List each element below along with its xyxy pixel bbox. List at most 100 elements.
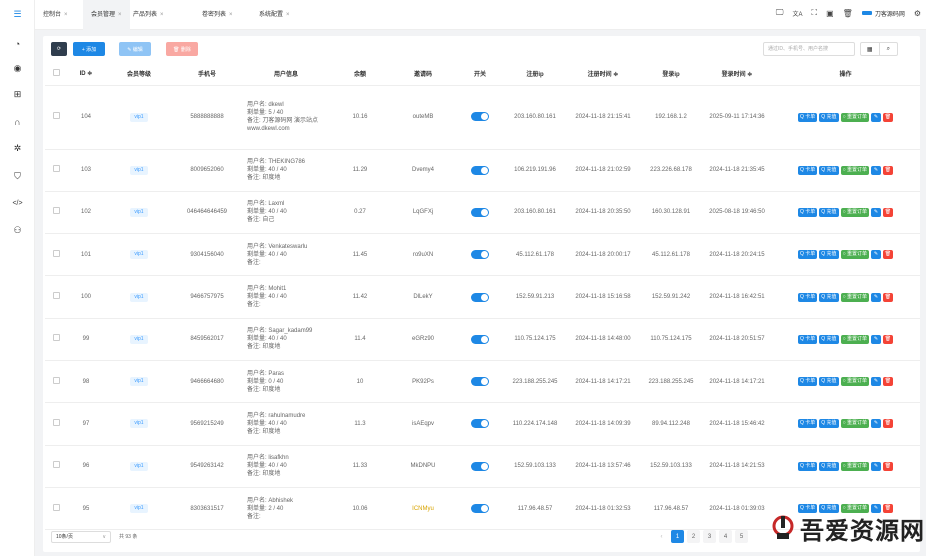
tab-cards[interactable]: 卷密列表 × bbox=[194, 0, 241, 30]
edit-row-button[interactable]: ✎ bbox=[870, 377, 881, 387]
reset-orders-button[interactable]: ○ 重置订单 bbox=[840, 292, 869, 302]
card-order-button[interactable]: Q 卡单 bbox=[798, 112, 818, 122]
edit-row-button[interactable]: ✎ bbox=[870, 165, 881, 175]
grid-icon[interactable]: ▦ bbox=[861, 43, 880, 55]
close-icon[interactable]: × bbox=[229, 12, 233, 18]
reset-orders-button[interactable]: ○ 重置订单 bbox=[840, 112, 869, 122]
row-checkbox[interactable] bbox=[45, 360, 67, 404]
close-icon[interactable]: × bbox=[118, 12, 122, 18]
recharge-button[interactable]: Q 充值 bbox=[819, 377, 839, 387]
tab-console[interactable]: 控制台 × bbox=[35, 0, 76, 30]
delete-row-button[interactable]: 🗑 bbox=[882, 334, 893, 344]
close-icon[interactable]: × bbox=[160, 12, 164, 18]
edit-row-button[interactable]: ✎ bbox=[870, 334, 881, 344]
trash-icon[interactable]: 🗑 bbox=[843, 9, 853, 18]
card-order-button[interactable]: Q 卡单 bbox=[798, 461, 818, 471]
status-toggle[interactable] bbox=[471, 292, 489, 302]
delete-row-button[interactable]: 🗑 bbox=[882, 419, 893, 429]
row-checkbox[interactable] bbox=[45, 318, 67, 361]
status-toggle[interactable] bbox=[471, 334, 489, 344]
gears-icon[interactable]: ✲ bbox=[11, 142, 24, 155]
card-order-button[interactable]: Q 卡单 bbox=[798, 165, 818, 175]
row-checkbox[interactable] bbox=[45, 191, 67, 235]
edit-row-button[interactable]: ✎ bbox=[870, 112, 881, 122]
desktop-icon[interactable]: 🖵 bbox=[776, 8, 784, 18]
page-button[interactable]: 1 bbox=[671, 530, 684, 543]
column-header[interactable]: ID ≑ bbox=[67, 63, 105, 86]
recharge-button[interactable]: Q 充值 bbox=[819, 461, 839, 471]
add-button[interactable]: + 添加 bbox=[73, 42, 105, 56]
card-order-button[interactable]: Q 卡单 bbox=[798, 377, 818, 387]
delete-row-button[interactable]: 🗑 bbox=[882, 461, 893, 471]
status-toggle[interactable] bbox=[471, 461, 489, 471]
translate-icon[interactable]: 文A bbox=[792, 9, 802, 18]
gift-icon[interactable]: ⊞ bbox=[11, 88, 24, 101]
site-name[interactable]: 刀客源码网 bbox=[861, 9, 905, 18]
row-checkbox[interactable] bbox=[45, 275, 67, 319]
delete-row-button[interactable]: 🗑 bbox=[882, 292, 893, 302]
recharge-button[interactable]: Q 充值 bbox=[819, 165, 839, 175]
row-checkbox[interactable] bbox=[45, 85, 67, 150]
search-icon[interactable]: ⌕ bbox=[880, 43, 898, 55]
edit-row-button[interactable]: ✎ bbox=[870, 292, 881, 302]
card-order-button[interactable]: Q 卡单 bbox=[798, 207, 818, 217]
status-toggle[interactable] bbox=[471, 250, 489, 260]
card-order-button[interactable]: Q 卡单 bbox=[798, 292, 818, 302]
recharge-button[interactable]: Q 充值 bbox=[819, 207, 839, 217]
page-size-select[interactable]: 10条/页 ∨ bbox=[51, 531, 111, 543]
card-order-button[interactable]: Q 卡单 bbox=[798, 334, 818, 344]
row-checkbox[interactable] bbox=[45, 233, 67, 277]
users-icon[interactable]: ⚇ bbox=[11, 224, 24, 237]
code-icon[interactable]: </> bbox=[11, 197, 24, 210]
tab-members[interactable]: 会员管理 × bbox=[83, 0, 130, 30]
fullscreen-icon[interactable]: ⛶ bbox=[811, 8, 817, 18]
headset-icon[interactable]: ∩ bbox=[11, 115, 24, 128]
edit-row-button[interactable]: ✎ bbox=[870, 419, 881, 429]
edit-button[interactable]: ✎ 编辑 bbox=[119, 42, 151, 56]
page-button[interactable]: 4 bbox=[719, 530, 732, 543]
page-button[interactable]: 2 bbox=[687, 530, 700, 543]
settings-icon[interactable]: ⚙ bbox=[914, 9, 921, 18]
user-circle-icon[interactable]: ◉ bbox=[11, 62, 24, 75]
row-checkbox[interactable] bbox=[45, 445, 67, 488]
status-toggle[interactable] bbox=[471, 112, 489, 122]
menu-icon[interactable]: ☰ bbox=[11, 8, 24, 21]
reset-orders-button[interactable]: ○ 重置订单 bbox=[840, 250, 869, 260]
recharge-button[interactable]: Q 充值 bbox=[819, 250, 839, 260]
page-button[interactable]: 5 bbox=[735, 530, 748, 543]
column-header[interactable]: 注册时间 ≑ bbox=[567, 63, 639, 86]
select-all-checkbox[interactable] bbox=[45, 63, 67, 86]
reset-orders-button[interactable]: ○ 重置订单 bbox=[840, 377, 869, 387]
reset-orders-button[interactable]: ○ 重置订单 bbox=[840, 165, 869, 175]
terminal-icon[interactable]: ▣ bbox=[826, 9, 834, 18]
status-toggle[interactable] bbox=[471, 503, 489, 513]
card-order-button[interactable]: Q 卡单 bbox=[798, 250, 818, 260]
recharge-button[interactable]: Q 充值 bbox=[819, 419, 839, 429]
refresh-button[interactable]: ⟳ bbox=[51, 42, 67, 56]
row-checkbox[interactable] bbox=[45, 149, 67, 192]
delete-button[interactable]: 🗑 删除 bbox=[166, 42, 198, 56]
status-toggle[interactable] bbox=[471, 207, 489, 217]
column-header[interactable]: 登录时间 ≑ bbox=[703, 63, 771, 86]
delete-row-button[interactable]: 🗑 bbox=[882, 250, 893, 260]
edit-row-button[interactable]: ✎ bbox=[870, 207, 881, 217]
close-icon[interactable]: × bbox=[286, 12, 290, 18]
recharge-button[interactable]: Q 充值 bbox=[819, 112, 839, 122]
row-checkbox[interactable] bbox=[45, 487, 67, 531]
reset-orders-button[interactable]: ○ 重置订单 bbox=[840, 461, 869, 471]
edit-row-button[interactable]: ✎ bbox=[870, 461, 881, 471]
dashboard-icon[interactable]: ◔ bbox=[11, 37, 24, 50]
close-icon[interactable]: × bbox=[64, 12, 68, 18]
tab-system[interactable]: 系统配置 × bbox=[251, 0, 298, 30]
reset-orders-button[interactable]: ○ 重置订单 bbox=[840, 207, 869, 217]
delete-row-button[interactable]: 🗑 bbox=[882, 112, 893, 122]
status-toggle[interactable] bbox=[471, 165, 489, 175]
search-input[interactable]: 通过ID、手机号、用户名搜 bbox=[763, 42, 855, 56]
status-toggle[interactable] bbox=[471, 377, 489, 387]
tab-products[interactable]: 产品列表 × bbox=[125, 0, 172, 30]
page-button[interactable]: 3 bbox=[703, 530, 716, 543]
recharge-button[interactable]: Q 充值 bbox=[819, 334, 839, 344]
reset-orders-button[interactable]: ○ 重置订单 bbox=[840, 419, 869, 429]
delete-row-button[interactable]: 🗑 bbox=[882, 165, 893, 175]
card-order-button[interactable]: Q 卡单 bbox=[798, 419, 818, 429]
